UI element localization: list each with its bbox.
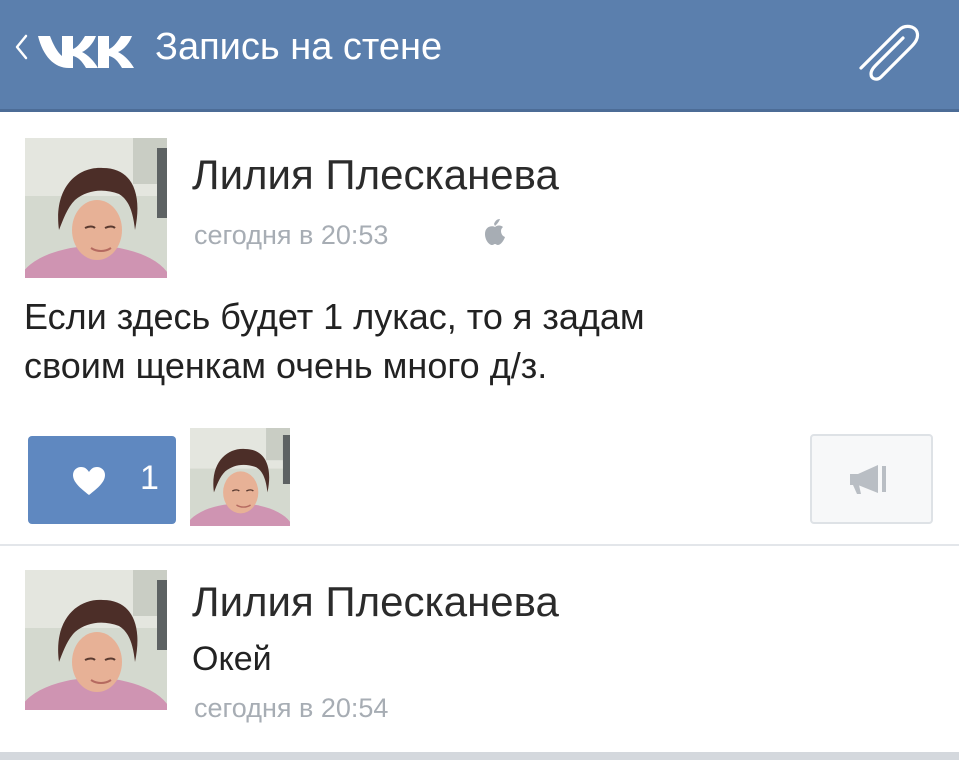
post-text-line: своим щенкам очень много д/з. [24, 345, 548, 386]
post-author-name[interactable]: Лилия Плесканева [192, 151, 559, 199]
avatar[interactable] [25, 138, 167, 278]
post-text-line: Если здесь будет 1 лукас, то я задам [24, 296, 645, 337]
like-button[interactable]: 1 [28, 436, 176, 524]
comment-timestamp: сегодня в 20:54 [194, 693, 389, 723]
post-timestamp: сегодня в 20:53 [194, 220, 389, 250]
comment-author-name[interactable]: Лилия Плесканева [192, 578, 559, 626]
comment-text: Окей [192, 640, 272, 678]
liker-avatar[interactable] [190, 428, 290, 526]
like-count: 1 [140, 459, 159, 497]
post-text: Если здесь будет 1 лукас, то я задам сво… [24, 292, 924, 390]
divider [0, 544, 959, 546]
paperclip-icon[interactable] [851, 20, 931, 82]
page-title: Запись на стене [155, 26, 443, 68]
avatar[interactable] [25, 570, 167, 710]
bottom-edge [0, 752, 959, 760]
share-button[interactable] [810, 434, 933, 524]
megaphone-icon [850, 465, 886, 494]
top-nav-bar: Запись на стене [0, 0, 959, 112]
chevron-left-icon[interactable] [12, 32, 30, 62]
heart-icon [73, 467, 105, 495]
vk-logo-icon[interactable] [36, 30, 136, 70]
apple-icon [485, 219, 505, 245]
